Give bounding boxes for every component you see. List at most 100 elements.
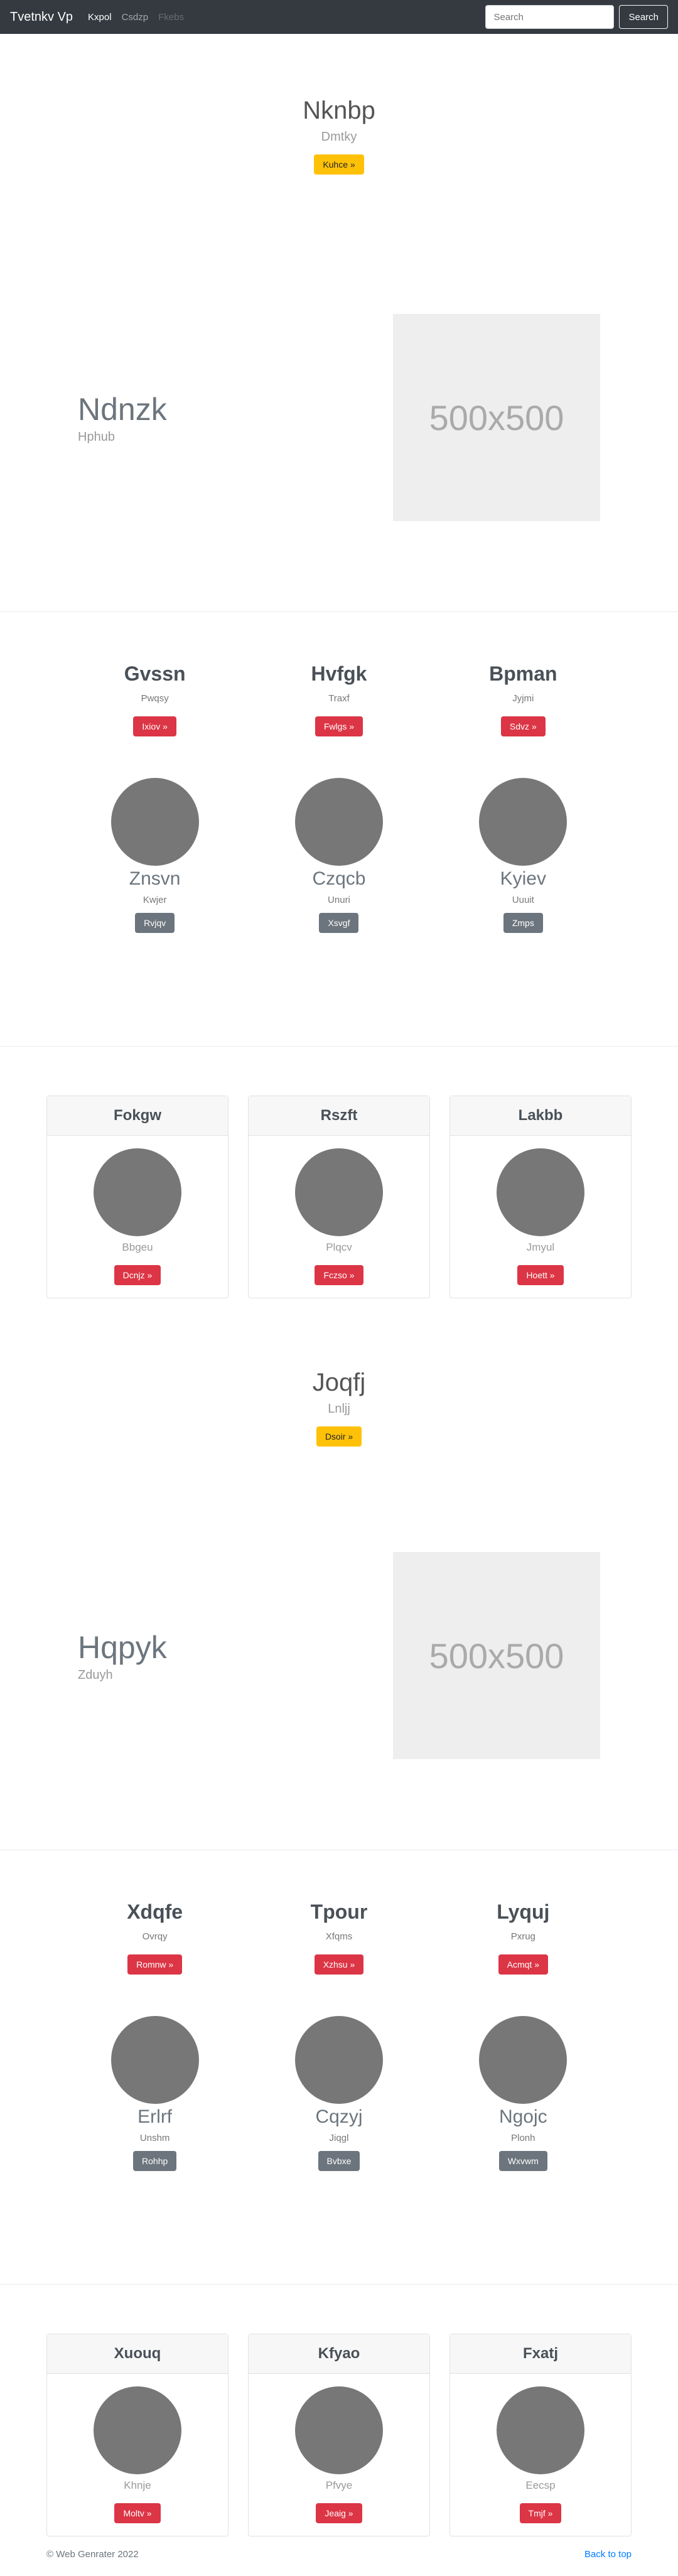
- card: Rszft Plqcv Fczso »: [248, 1096, 430, 1298]
- circle-button[interactable]: Bvbxe: [318, 2151, 360, 2171]
- column-title: Xdqfe: [127, 1900, 183, 1923]
- hero-title: Joqfj: [312, 1369, 366, 1396]
- nav-link-3-disabled: Fkebs: [158, 11, 184, 23]
- circle-subtitle: Kwjer: [143, 895, 167, 905]
- search-input[interactable]: [485, 5, 615, 29]
- avatar-circle: [110, 2016, 199, 2104]
- hero-title: Nknbp: [303, 97, 375, 124]
- card-button[interactable]: Jeaig »: [316, 2503, 362, 2523]
- circle-button[interactable]: Wxvwm: [498, 2151, 547, 2171]
- feature-text: Ndnzk Hphub: [78, 391, 393, 445]
- column-button[interactable]: Sdvz »: [500, 716, 546, 736]
- column-button[interactable]: Fwlgs »: [315, 716, 363, 736]
- hero-button[interactable]: Dsoir »: [316, 1426, 362, 1447]
- circle-subtitle: Jiqgl: [329, 2133, 349, 2143]
- card: Kfyao Pfvye Jeaig »: [248, 2334, 430, 2536]
- avatar-circle: [94, 1148, 181, 1236]
- back-to-top-link[interactable]: Back to top: [584, 2549, 632, 2560]
- feature-section-1: Ndnzk Hphub 500x500: [0, 314, 678, 521]
- card-subtitle: Eecsp: [525, 2479, 556, 2491]
- columns-section-1: Gvssn Pwqsy Ixiov » Hvfgk Traxf Fwlgs » …: [0, 612, 678, 736]
- card-subtitle: Khnje: [124, 2479, 151, 2491]
- card-button[interactable]: Dcnjz »: [114, 1265, 161, 1285]
- column-text: Xfqms: [325, 1931, 353, 1942]
- column-button[interactable]: Xzhsu »: [314, 1954, 364, 1975]
- column-item: Gvssn Pwqsy Ixiov »: [65, 662, 245, 736]
- feature-section-2: Hqpyk Zduyh 500x500: [0, 1552, 678, 1759]
- column-text: Pwqsy: [141, 693, 169, 704]
- column-button[interactable]: Acmqt »: [498, 1954, 548, 1975]
- column-button[interactable]: Ixiov »: [133, 716, 176, 736]
- column-text: Jyjmi: [512, 693, 534, 704]
- navbar: Tvetnkv Vp Kxpol Csdzp Fkebs Search: [0, 0, 678, 34]
- hero-button[interactable]: Kuhce »: [314, 154, 364, 175]
- circle-item: Erlrf Unshm Rohhp: [65, 2016, 245, 2171]
- circle-name: Znsvn: [129, 868, 181, 889]
- card: Xuouq Khnje Moltv »: [46, 2334, 229, 2536]
- avatar-circle: [295, 2386, 383, 2474]
- card: Fxatj Eecsp Tmjf »: [449, 2334, 632, 2536]
- nav-link-2[interactable]: Csdzp: [122, 12, 149, 23]
- navbar-brand[interactable]: Tvetnkv Vp: [10, 10, 73, 24]
- card: Fokgw Bbgeu Dcnjz »: [46, 1096, 229, 1298]
- card-button[interactable]: Tmjf »: [519, 2503, 562, 2523]
- circle-name: Kyiev: [500, 868, 546, 889]
- circle-item: Kyiev Uuuit Zmps: [433, 778, 613, 933]
- circle-subtitle: Uuuit: [512, 895, 534, 905]
- hero-lead: Dmtky: [321, 130, 357, 144]
- circle-button[interactable]: Rvjqv: [135, 913, 175, 933]
- circles-section-2: Erlrf Unshm Rohhp Cqzyj Jiqgl Bvbxe Ngoj…: [0, 1975, 678, 2171]
- circle-name: Czqcb: [312, 868, 366, 889]
- feature-text: Hqpyk Zduyh: [78, 1629, 393, 1683]
- card-button[interactable]: Moltv »: [114, 2503, 161, 2523]
- card-subtitle: Plqcv: [326, 1241, 352, 1253]
- avatar-circle: [94, 2386, 181, 2474]
- feature-title: Hqpyk: [78, 1629, 167, 1665]
- card-subtitle: Pfvye: [325, 2479, 353, 2491]
- card-body: Eecsp Tmjf »: [450, 2374, 631, 2536]
- circle-button[interactable]: Rohhp: [133, 2151, 177, 2171]
- card-body: Plqcv Fczso »: [249, 1136, 429, 1298]
- card-header: Fokgw: [47, 1096, 228, 1136]
- column-title: Tpour: [310, 1900, 368, 1923]
- circle-name: Erlrf: [137, 2106, 173, 2127]
- column-button[interactable]: Romnw »: [127, 1954, 183, 1975]
- footer: © Web Genrater 2022 Back to top: [0, 2549, 678, 2560]
- nav-link-1[interactable]: Kxpol: [88, 12, 112, 23]
- card-header: Xuouq: [47, 2334, 228, 2374]
- hero-lead: Lnljj: [328, 1402, 350, 1416]
- card-subtitle: Jmyul: [526, 1241, 555, 1253]
- avatar-circle: [479, 778, 568, 866]
- avatar-circle: [294, 778, 383, 866]
- card-header: Lakbb: [450, 1096, 631, 1136]
- circle-subtitle: Unshm: [139, 2133, 170, 2143]
- circle-button[interactable]: Zmps: [503, 913, 543, 933]
- card-body: Khnje Moltv »: [47, 2374, 228, 2536]
- column-text: Pxrug: [510, 1931, 535, 1942]
- card-body: Jmyul Hoett »: [450, 1136, 631, 1298]
- card-header: Kfyao: [249, 2334, 429, 2374]
- placeholder-image: 500x500: [393, 1552, 600, 1759]
- column-title: Gvssn: [124, 662, 186, 685]
- circle-item: Znsvn Kwjer Rvjqv: [65, 778, 245, 933]
- circle-button[interactable]: Xsvgf: [319, 913, 359, 933]
- card-button[interactable]: Fczso »: [315, 1265, 363, 1285]
- circle-subtitle: Unuri: [328, 895, 350, 905]
- card-header: Rszft: [249, 1096, 429, 1136]
- search-button[interactable]: Search: [619, 5, 668, 29]
- avatar-circle: [295, 1148, 383, 1236]
- feature-subtitle: Hphub: [78, 429, 115, 444]
- column-title: Lyquj: [497, 1900, 550, 1923]
- card-body: Bbgeu Dcnjz »: [47, 1136, 228, 1298]
- placeholder-image: 500x500: [393, 314, 600, 521]
- circle-name: Cqzyj: [315, 2106, 363, 2127]
- card-body: Pfvye Jeaig »: [249, 2374, 429, 2536]
- circle-item: Ngojc Plonh Wxvwm: [433, 2016, 613, 2171]
- column-item: Lyquj Pxrug Acmqt »: [433, 1900, 613, 1975]
- navbar-search-form: Search: [485, 5, 668, 29]
- footer-copyright: © Web Genrater 2022: [46, 2549, 139, 2560]
- card-button[interactable]: Hoett »: [517, 1265, 564, 1285]
- column-text: Ovrqy: [142, 1931, 168, 1942]
- column-title: Hvfgk: [311, 662, 367, 685]
- circle-subtitle: Plonh: [511, 2133, 535, 2143]
